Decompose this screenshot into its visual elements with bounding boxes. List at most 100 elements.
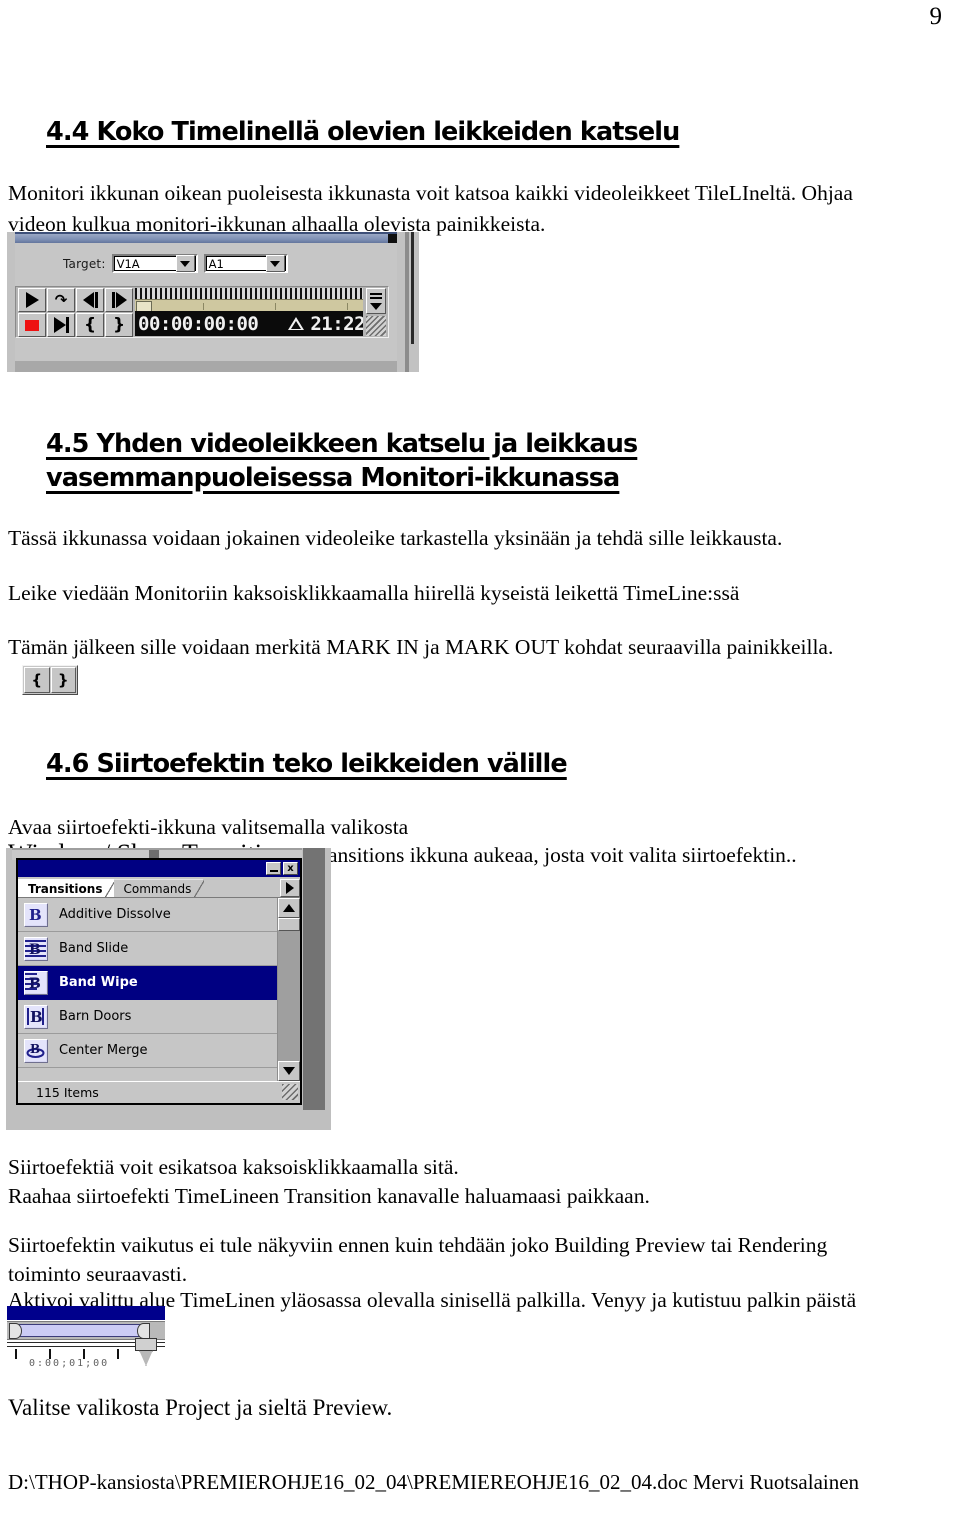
center-merge-icon: B: [24, 1038, 48, 1063]
timeline-blue-bar: [7, 1306, 165, 1320]
list-item[interactable]: B Center Merge: [18, 1034, 277, 1068]
stop-button[interactable]: [18, 313, 46, 337]
scroll-down-button[interactable]: [278, 1061, 300, 1081]
mark-in-icon: {: [83, 314, 97, 335]
mark-out-icon: }: [112, 314, 126, 335]
monitor-footer-strip: [15, 361, 397, 372]
target-audio-track-value: A1: [208, 256, 224, 271]
mark-in-button[interactable]: {: [76, 313, 104, 337]
play-icon: [25, 292, 39, 308]
heading-4-6: 4.6 Siirtoefektin teko leikkeiden välill…: [46, 749, 568, 779]
svg-text:B: B: [29, 976, 41, 992]
target-audio-track-select[interactable]: A1: [203, 254, 288, 273]
close-button[interactable]: x: [283, 862, 298, 875]
menu-path-suffix: . Transitions ikkuna aukeaa, josta voit …: [298, 843, 797, 867]
scroll-up-button[interactable]: [278, 898, 300, 918]
paragraph-4-5-1: Tässä ikkunassa voidaan jokainen videole…: [8, 526, 783, 550]
tab-transitions[interactable]: Transitions: [18, 879, 116, 897]
transport-controls: ↷ { } 00:00:00:00 21:22: [15, 286, 389, 338]
minimize-icon: [269, 869, 278, 872]
timecode-readout: 00:00:00:00 21:22: [135, 311, 363, 336]
list-item-label: Additive Dissolve: [59, 907, 171, 922]
transport-side-controls: [365, 288, 387, 336]
scrollbar-thumb[interactable]: [278, 918, 300, 931]
mark-out-button[interactable]: }: [50, 667, 76, 693]
resize-grip-icon[interactable]: [366, 316, 386, 336]
duration-delta-value: 21:22: [310, 312, 363, 335]
band-slide-icon: B: [24, 936, 48, 961]
svg-text:B: B: [30, 1008, 43, 1026]
triangle-right-icon: [286, 882, 294, 894]
heading-4-4: 4.4 Koko Timelinellä olevien leikkeiden …: [46, 117, 680, 147]
triangle-down-icon: [283, 1067, 295, 1075]
additive-dissolve-icon: B: [24, 902, 48, 927]
monitor-right-edge: [405, 232, 409, 372]
svg-text:B: B: [29, 906, 42, 924]
play-to-out-icon: [53, 317, 69, 333]
transitions-window-shadow: [303, 848, 325, 1110]
step-forward-icon: [111, 292, 127, 308]
footer-file-path: D:\THOP-kansiosta\PREMIEROHJE16_02_04\PR…: [8, 1470, 860, 1494]
loop-button[interactable]: ↷: [47, 288, 75, 312]
list-item-label: Band Slide: [59, 941, 129, 956]
tab-commands-label: Commands: [123, 881, 192, 896]
play-button[interactable]: [18, 288, 46, 312]
transitions-titlebar[interactable]: x: [18, 860, 300, 877]
step-back-button[interactable]: [76, 288, 104, 312]
target-video-track-select[interactable]: V1A: [111, 254, 198, 273]
target-video-track-value: V1A: [116, 256, 140, 271]
work-area-handle-left[interactable]: [9, 1323, 22, 1339]
figure-monitor-transport-panel: Target: V1A A1 ↷ { } 00:00:00:00 21:22: [7, 232, 419, 372]
figure-transitions-window: x Transitions Commands B Additive Dissol…: [6, 848, 331, 1130]
tab-transitions-label: Transitions: [28, 881, 103, 896]
step-forward-button[interactable]: [105, 288, 133, 312]
transitions-list: B Additive Dissolve B Band Slide B Band …: [18, 898, 277, 1081]
chevron-down-icon[interactable]: [175, 255, 195, 272]
mark-out-button[interactable]: }: [105, 313, 133, 337]
tab-commands[interactable]: Commands: [114, 879, 205, 897]
chevron-down-icon: [370, 302, 382, 310]
cti-head: [135, 1338, 157, 1351]
transitions-palette: x Transitions Commands B Additive Dissol…: [16, 858, 302, 1105]
paragraph-4-6-3: Siirtoefektiä voit esikatsoa kaksoisklik…: [8, 1155, 459, 1179]
list-item[interactable]: B Barn Doors: [18, 1000, 277, 1034]
item-count-label: 115 Items: [36, 1085, 99, 1100]
paragraph-4-6-4: Raahaa siirtoefekti TimeLineen Transitio…: [8, 1184, 650, 1208]
paragraph-4-4-intro: Monitori ikkunan oikean puoleisesta ikku…: [8, 181, 853, 236]
transitions-scrollbar[interactable]: [277, 898, 300, 1081]
list-item-label: Center Merge: [59, 1043, 148, 1058]
palette-menu-button[interactable]: [280, 879, 300, 897]
target-row: Target: V1A A1: [63, 254, 288, 273]
minimize-button[interactable]: [266, 862, 281, 875]
current-time-indicator[interactable]: [135, 1338, 157, 1368]
paragraph-4-6-5a: Siirtoefektin vaikutus ei tule näkyviin …: [8, 1233, 828, 1257]
list-item-label: Band Wipe: [59, 975, 138, 990]
work-area-handle-right[interactable]: [137, 1323, 150, 1339]
heading-4-5-line1: 4.5 Yhden videoleikkeen katselu ja leikk…: [46, 429, 638, 459]
stop-icon: [25, 319, 39, 331]
transitions-list-area: B Additive Dissolve B Band Slide B Band …: [18, 898, 300, 1081]
timecode-area: 00:00:00:00 21:22: [135, 288, 363, 336]
cti-stem: [139, 1350, 153, 1366]
duration-delta: 21:22: [288, 313, 363, 335]
figure-timeline-work-area: 0:00;01;00: [7, 1306, 167, 1370]
list-item[interactable]: B Band Wipe: [18, 966, 277, 1000]
list-item[interactable]: B Additive Dissolve: [18, 898, 277, 932]
play-to-out-button[interactable]: [47, 313, 75, 337]
chevron-down-icon[interactable]: [265, 255, 285, 272]
heading-4-5-line2: vasemmanpuoleisessa Monitori-ikkunassa: [46, 462, 620, 493]
figure-mark-in-out-buttons: { }: [22, 665, 78, 695]
loop-icon: ↷: [54, 290, 68, 309]
work-area-range[interactable]: [19, 1324, 147, 1337]
scrollbar-track[interactable]: [278, 931, 300, 1061]
heading-4-5: 4.5 Yhden videoleikkeen katselu ja leikk…: [46, 428, 666, 495]
resize-grip-icon[interactable]: [282, 1084, 298, 1100]
list-item[interactable]: B Band Slide: [18, 932, 277, 966]
transitions-tabstrip: Transitions Commands: [18, 877, 300, 898]
paragraph-4-6-7: Valitse valikosta Project ja sieltä Prev…: [8, 1395, 393, 1420]
menu-dropdown-button[interactable]: [366, 288, 386, 314]
menu-lines-icon: [370, 292, 382, 295]
current-timecode: 00:00:00:00: [138, 312, 259, 335]
mark-in-button[interactable]: {: [24, 667, 50, 693]
band-wipe-icon: B: [24, 970, 48, 995]
